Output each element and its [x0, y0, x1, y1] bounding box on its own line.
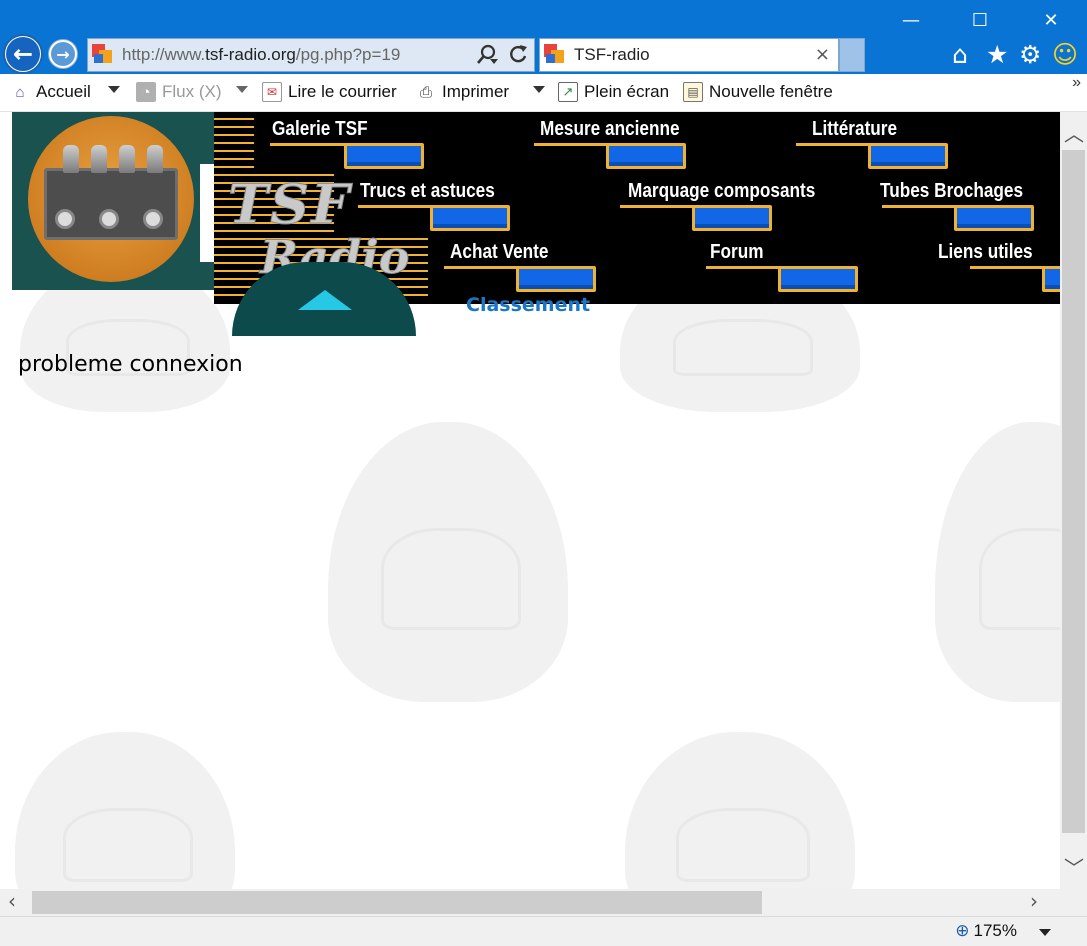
status-bar: ⊕ 175%: [0, 916, 1087, 946]
scroll-up-chevron-icon[interactable]: ︿: [1064, 118, 1084, 147]
scroll-right-chevron-icon[interactable]: ›: [1030, 889, 1038, 913]
close-tab-button[interactable]: ×: [815, 44, 830, 65]
home-dropdown-caret[interactable]: [108, 86, 120, 93]
back-button[interactable]: ←: [3, 34, 43, 74]
rss-feed-icon: ◔: [136, 82, 156, 102]
menu-item-label: Mesure ancienne: [540, 118, 680, 140]
search-icon[interactable]: [476, 43, 498, 67]
classement-link[interactable]: Classement: [466, 294, 590, 316]
feeds-command[interactable]: ◔ Flux (X): [136, 82, 222, 102]
maximize-button[interactable]: ☐: [962, 6, 998, 34]
menu-button-litterature[interactable]: [868, 143, 948, 169]
back-arrow-icon: ←: [6, 37, 40, 71]
menu-item-label: Galerie TSF: [272, 118, 368, 140]
fullscreen-command[interactable]: ↗ Plein écran: [558, 82, 669, 102]
forward-button[interactable]: →: [48, 39, 78, 69]
vertical-scrollbar[interactable]: ︿ ﹀: [1060, 112, 1087, 889]
scrollbar-corner: [1060, 889, 1087, 916]
gear-icon[interactable]: ⚙: [1019, 40, 1041, 69]
menu-item-label: Marquage composants: [628, 180, 816, 202]
background-watermark: [625, 732, 855, 889]
address-actions: [476, 43, 528, 67]
menu-item-label: Achat Vente: [450, 241, 549, 263]
menu-item-label: Forum: [710, 241, 764, 263]
feeds-dropdown-caret[interactable]: [236, 86, 248, 93]
new-window-command-label: Nouvelle fenêtre: [709, 82, 833, 101]
printer-icon: ⎙: [419, 83, 432, 101]
zoom-level: 175%: [973, 921, 1017, 940]
new-window-command[interactable]: ▤ Nouvelle fenêtre: [683, 82, 833, 102]
mail-icon: ✉: [262, 82, 282, 102]
fullscreen-icon: ↗: [558, 82, 578, 102]
menu-button-marquage-composants[interactable]: [692, 205, 772, 231]
print-dropdown-caret[interactable]: [533, 86, 545, 93]
home-icon[interactable]: ⌂: [952, 40, 968, 69]
menu-item-label: Tubes Brochages: [880, 180, 1024, 202]
site-logo[interactable]: [12, 112, 226, 290]
title-bar: — ☐ ✕ ← → http://www.tsf-radio.org/pg.ph…: [0, 0, 1087, 74]
horizontal-scroll-thumb[interactable]: [32, 891, 762, 914]
url-text[interactable]: http://www.tsf-radio.org/pg.php?p=19: [122, 45, 400, 65]
feedback-smiley-icon[interactable]: ☺: [1052, 40, 1078, 69]
print-command-label: Imprimer: [442, 82, 510, 101]
menu-button-forum[interactable]: [778, 266, 858, 292]
close-window-button[interactable]: ✕: [1033, 6, 1069, 34]
new-window-icon: ▤: [683, 82, 703, 102]
refresh-icon[interactable]: [508, 43, 528, 67]
scroll-left-chevron-icon[interactable]: ‹: [8, 889, 16, 913]
menu-button-liens-utiles[interactable]: [1042, 266, 1060, 292]
horizontal-scrollbar[interactable]: ‹ ›: [0, 889, 1060, 916]
mail-command[interactable]: ✉ Lire le courrier: [262, 82, 397, 102]
forward-arrow-icon: →: [51, 42, 75, 66]
page-viewport: TSF Radio Galerie TSF Mesure ancienne Li…: [0, 112, 1060, 889]
menu-item-label: Trucs et astuces: [360, 180, 495, 202]
menu-item-label: Littérature: [812, 118, 898, 140]
menu-item-label: Liens utiles: [938, 241, 1033, 263]
radio-set-image: [28, 116, 194, 282]
url-host: tsf-radio.org: [205, 45, 296, 64]
favorites-star-icon[interactable]: ★: [986, 40, 1008, 69]
new-tab-button[interactable]: [839, 38, 865, 72]
site-favicon-icon: [92, 44, 114, 66]
zoom-control[interactable]: ⊕ 175%: [955, 921, 1017, 941]
url-prefix: http://www.: [122, 45, 206, 64]
menu-button-galerie-tsf[interactable]: [344, 143, 424, 169]
background-watermark: [935, 422, 1060, 702]
up-triangle-icon: [298, 290, 352, 310]
tab-title: TSF-radio: [574, 45, 650, 64]
print-command[interactable]: ⎙ Imprimer: [416, 82, 509, 102]
zoom-dropdown-caret[interactable]: [1039, 929, 1051, 936]
menu-button-achat-vente[interactable]: [516, 266, 596, 292]
background-watermark: [328, 422, 568, 702]
home-command[interactable]: ⌂ Accueil: [10, 82, 91, 102]
minimize-button[interactable]: —: [893, 6, 929, 34]
scroll-down-chevron-icon[interactable]: ﹀: [1064, 852, 1084, 881]
tab-tsf-radio[interactable]: TSF-radio ×: [539, 38, 839, 72]
menu-button-mesure-ancienne[interactable]: [606, 143, 686, 169]
url-path: /pg.php?p=19: [295, 45, 401, 64]
logo-tsf-text: TSF: [228, 172, 352, 237]
fullscreen-command-label: Plein écran: [584, 82, 670, 101]
address-bar[interactable]: http://www.tsf-radio.org/pg.php?p=19: [87, 38, 535, 72]
home-command-label: Accueil: [36, 82, 91, 101]
command-bar: ⌂ Accueil ◔ Flux (X) ✉ Lire le courrier …: [0, 74, 1087, 112]
mail-command-label: Lire le courrier: [288, 82, 397, 101]
menu-button-tubes-brochages[interactable]: [954, 205, 1034, 231]
feeds-command-label: Flux (X): [162, 82, 222, 101]
vertical-scroll-thumb[interactable]: [1062, 150, 1085, 833]
tab-favicon-icon: [544, 44, 566, 66]
more-commands-chevron-icon[interactable]: »: [1072, 74, 1081, 92]
connection-error-message: probleme connexion: [18, 352, 243, 377]
menu-button-trucs-et-astuces[interactable]: [430, 205, 510, 231]
zoom-magnifier-icon: ⊕: [955, 921, 970, 940]
background-watermark: [15, 732, 235, 889]
house-icon: ⌂: [15, 83, 25, 101]
